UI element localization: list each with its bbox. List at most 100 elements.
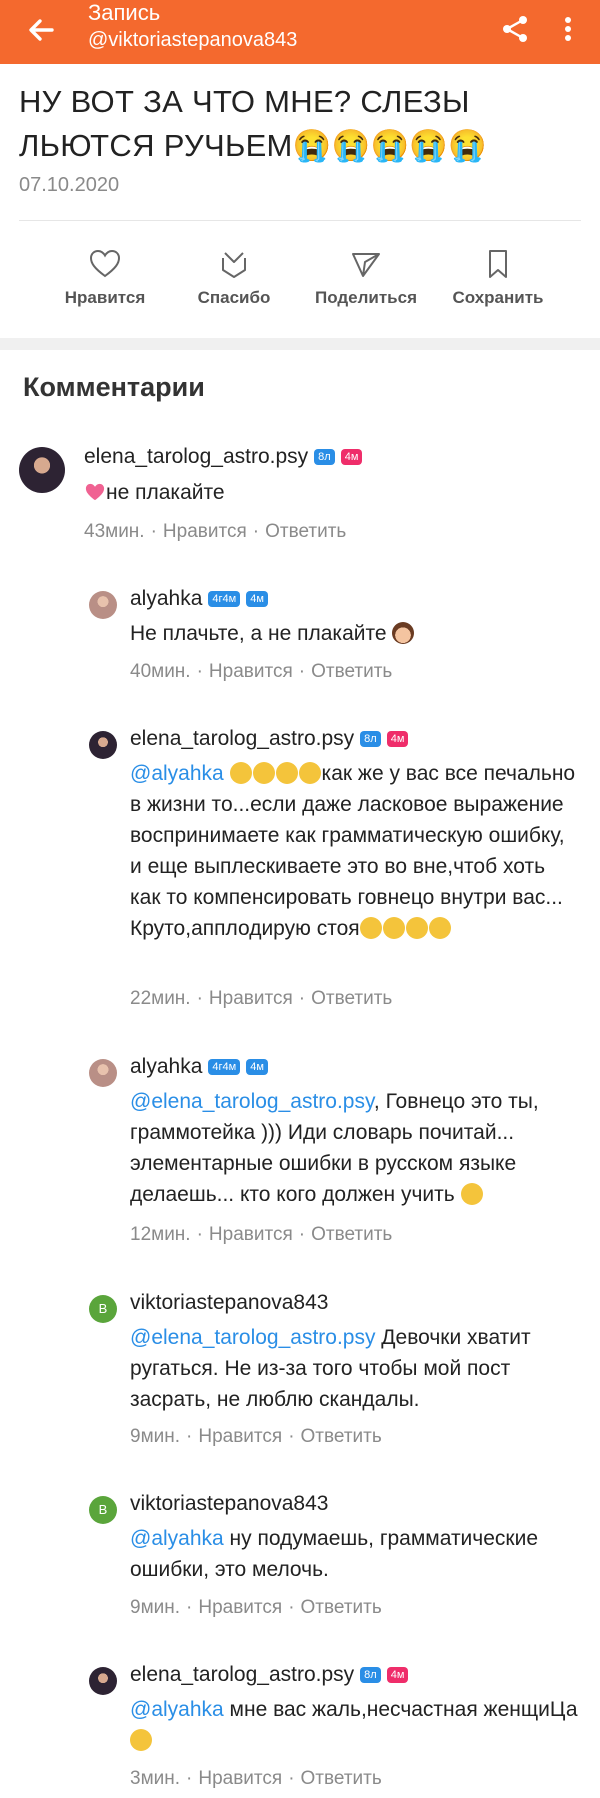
comment-body: не плакайте bbox=[106, 481, 225, 504]
age-badge: 4м bbox=[246, 1059, 268, 1075]
save-button[interactable]: Сохранить bbox=[428, 248, 568, 308]
mention-link[interactable]: @alyahka bbox=[130, 1698, 224, 1721]
share-label: Поделиться bbox=[314, 288, 418, 307]
comment-body: мне вас жаль,несчастная женщиЦа bbox=[223, 1698, 578, 1721]
comment-reply-link[interactable]: Ответить bbox=[265, 521, 346, 542]
level-badge: 8л bbox=[314, 449, 335, 465]
comment-time: 40мин. bbox=[130, 661, 191, 682]
share-post-button[interactable]: Поделиться bbox=[296, 248, 436, 308]
comment-text: @elena_tarolog_astro.psy Девочки хватит … bbox=[130, 1322, 580, 1415]
comment-like-link[interactable]: Нравится bbox=[198, 1426, 282, 1447]
age-badge: 4м bbox=[340, 449, 363, 465]
meta-dot: · bbox=[288, 1597, 295, 1618]
comment-meta: 9мин. · Нравится · Ответить bbox=[130, 1426, 388, 1448]
meta-dot: · bbox=[252, 521, 260, 542]
meta-dot: · bbox=[288, 1768, 295, 1789]
comments-heading: Комментарии bbox=[23, 372, 205, 402]
post-title: НУ ВОТ ЗА ЧТО МНЕ? СЛЕЗЫ ЛЬЮТСЯ РУЧЬЕМ😭😭… bbox=[19, 80, 579, 168]
avatar[interactable] bbox=[19, 447, 65, 493]
comment-time: 43мин. bbox=[84, 521, 145, 542]
divider bbox=[19, 220, 581, 221]
woman-emoji-icon bbox=[392, 622, 415, 644]
meta-dot: · bbox=[196, 661, 203, 682]
tongue-emoji-icon bbox=[460, 1183, 483, 1205]
comment-like-link[interactable]: Нравится bbox=[198, 1597, 282, 1618]
meta-dot: · bbox=[298, 988, 306, 1009]
laughing-emoji-icon bbox=[229, 762, 252, 784]
thanks-button[interactable]: Спасибо bbox=[164, 248, 304, 308]
laughing-emoji-icon bbox=[298, 762, 321, 784]
back-arrow-icon[interactable] bbox=[22, 10, 62, 50]
comment-meta: 12мин. · Нравится · Ответить bbox=[130, 1224, 398, 1246]
share-icon[interactable] bbox=[496, 10, 534, 48]
meta-dot: · bbox=[196, 1224, 203, 1245]
like-button[interactable]: Нравится bbox=[35, 248, 175, 308]
like-label: Нравится bbox=[64, 288, 146, 307]
comment-time: 12мин. bbox=[130, 1224, 191, 1245]
comment-username[interactable]: viktoriastepanova843 bbox=[130, 1291, 328, 1315]
section-separator bbox=[0, 338, 600, 350]
comment-reply-link[interactable]: Ответить bbox=[301, 1597, 382, 1618]
comment-text: @elena_tarolog_astro.psy, Говнецо это ты… bbox=[130, 1086, 580, 1210]
heart-emoji-icon bbox=[85, 483, 105, 501]
level-badge: 8л bbox=[360, 731, 381, 747]
avatar[interactable]: В bbox=[89, 1295, 117, 1323]
comment-reply-link[interactable]: Ответить bbox=[301, 1426, 382, 1447]
comment-username[interactable]: elena_tarolog_astro.psy 8л 4м bbox=[130, 727, 409, 751]
level-badge: 4г4м bbox=[208, 591, 241, 607]
username-text[interactable]: viktoriastepanova843 bbox=[130, 1492, 328, 1515]
username-text[interactable]: viktoriastepanova843 bbox=[130, 1291, 328, 1314]
comment-username[interactable]: alyahka 4г4м 4м bbox=[130, 587, 268, 611]
meta-dot: · bbox=[298, 661, 306, 682]
mention-link[interactable]: @elena_tarolog_astro.psy bbox=[130, 1090, 374, 1113]
comment-reply-link[interactable]: Ответить bbox=[311, 988, 392, 1009]
avatar[interactable]: В bbox=[89, 1496, 117, 1524]
grinning-emoji-icon bbox=[359, 917, 382, 939]
username-text[interactable]: elena_tarolog_astro.psy bbox=[130, 1663, 354, 1686]
mention-link[interactable]: @alyahka bbox=[130, 1527, 224, 1550]
comment-like-link[interactable]: Нравится bbox=[163, 521, 247, 542]
level-badge: 4г4м bbox=[208, 1059, 241, 1075]
avatar[interactable] bbox=[89, 1667, 117, 1695]
post-title-emoji: 😭😭😭😭😭 bbox=[292, 128, 488, 163]
save-label: Сохранить bbox=[452, 288, 544, 307]
age-badge: 4м bbox=[386, 1667, 409, 1683]
comment-text: @alyahka ну подумаешь, грамматические ош… bbox=[130, 1523, 580, 1585]
comment-body: Не плачьте, а не плакайте bbox=[130, 622, 387, 645]
avatar[interactable] bbox=[89, 591, 117, 619]
header-title: Запись bbox=[88, 0, 161, 25]
comment-like-link[interactable]: Нравится bbox=[209, 1224, 293, 1245]
comment-like-link[interactable]: Нравится bbox=[209, 661, 293, 682]
winking-emoji-icon bbox=[130, 1729, 152, 1751]
clapping-emoji-icon bbox=[382, 917, 405, 939]
comment-reply-link[interactable]: Ответить bbox=[311, 661, 392, 682]
more-options-icon[interactable] bbox=[556, 10, 580, 48]
meta-dot: · bbox=[186, 1426, 193, 1447]
comment-reply-link[interactable]: Ответить bbox=[301, 1768, 382, 1789]
comment-username[interactable]: viktoriastepanova843 bbox=[130, 1492, 328, 1516]
laughing-emoji-icon bbox=[252, 762, 275, 784]
comment-meta: 3мин. · Нравится · Ответить bbox=[130, 1768, 388, 1790]
heart-icon bbox=[89, 249, 121, 278]
comment-username[interactable]: alyahka 4г4м 4м bbox=[130, 1055, 268, 1079]
mention-link[interactable]: @elena_tarolog_astro.psy bbox=[130, 1326, 375, 1349]
username-text[interactable]: alyahka bbox=[130, 1055, 202, 1078]
username-text[interactable]: elena_tarolog_astro.psy bbox=[130, 727, 354, 750]
level-badge: 8л bbox=[360, 1667, 381, 1683]
clapping-emoji-icon bbox=[428, 917, 451, 939]
comment-username[interactable]: elena_tarolog_astro.psy 8л 4м bbox=[130, 1663, 409, 1687]
comment-reply-link[interactable]: Ответить bbox=[311, 1224, 392, 1245]
avatar[interactable] bbox=[89, 731, 117, 759]
thanks-icon bbox=[222, 252, 246, 278]
comment-like-link[interactable]: Нравится bbox=[209, 988, 293, 1009]
comment-like-link[interactable]: Нравится bbox=[198, 1768, 282, 1789]
comment-meta: 22мин. · Нравится · Ответить bbox=[130, 988, 398, 1010]
mention-link[interactable]: @alyahka bbox=[130, 762, 224, 785]
comment-meta: 9мин. · Нравится · Ответить bbox=[130, 1597, 388, 1619]
username-text[interactable]: alyahka bbox=[130, 587, 202, 610]
avatar[interactable] bbox=[89, 1059, 117, 1087]
comment-username[interactable]: elena_tarolog_astro.psy 8л 4м bbox=[84, 445, 363, 469]
comment-time: 3мин. bbox=[130, 1768, 181, 1789]
comment-text: не плакайте bbox=[84, 477, 225, 508]
username-text[interactable]: elena_tarolog_astro.psy bbox=[84, 445, 308, 468]
